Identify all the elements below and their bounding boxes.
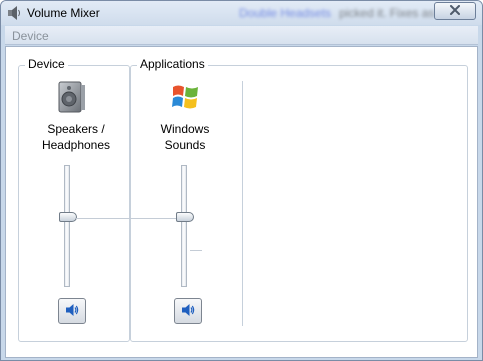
app-name-line-1: Windows (160, 122, 210, 136)
close-icon (449, 4, 461, 18)
app-level-tick (190, 250, 202, 251)
device-group-label: Device (25, 57, 68, 71)
device-mute-button[interactable] (58, 298, 86, 324)
device-volume-track[interactable] (64, 165, 70, 287)
speaker-mute-icon (181, 303, 195, 320)
mixer-client-area: Device Applications Speakers / Headphone… (5, 46, 478, 358)
windows-logo-icon[interactable] (170, 81, 202, 113)
menu-bar: Device (5, 26, 478, 45)
blurred-background-title: Double Headsets picked it. Fixes as (239, 6, 434, 20)
app-name-line-2: Sounds (164, 138, 206, 152)
blurred-body-text: picked it. Fixes as (339, 6, 435, 20)
speaker-device-icon[interactable] (55, 81, 87, 115)
app-volume-slider-thumb[interactable] (176, 212, 194, 222)
title-bar[interactable]: Volume Mixer Double Headsets picked it. F… (1, 1, 482, 25)
close-button[interactable] (434, 2, 476, 20)
menu-item-device[interactable]: Device (12, 29, 49, 43)
device-name-line-1: Speakers / (47, 122, 105, 136)
volume-mixer-window: Volume Mixer Double Headsets picked it. F… (0, 0, 483, 361)
window-title: Volume Mixer (27, 6, 100, 20)
device-name-line-2: Headphones (41, 138, 111, 152)
speaker-mute-icon (65, 303, 79, 320)
applications-column-divider (242, 81, 243, 326)
speaker-icon (7, 6, 21, 20)
app-channel-name: Windows Sounds (142, 121, 228, 153)
app-volume-track[interactable] (181, 165, 187, 287)
device-volume-slider-thumb[interactable] (59, 212, 77, 222)
blurred-link-text: Double Headsets (239, 6, 332, 20)
device-channel-name: Speakers / Headphones (30, 121, 122, 153)
applications-group-label: Applications (137, 57, 208, 71)
app-mute-button[interactable] (174, 298, 202, 324)
level-link-line (76, 218, 192, 219)
